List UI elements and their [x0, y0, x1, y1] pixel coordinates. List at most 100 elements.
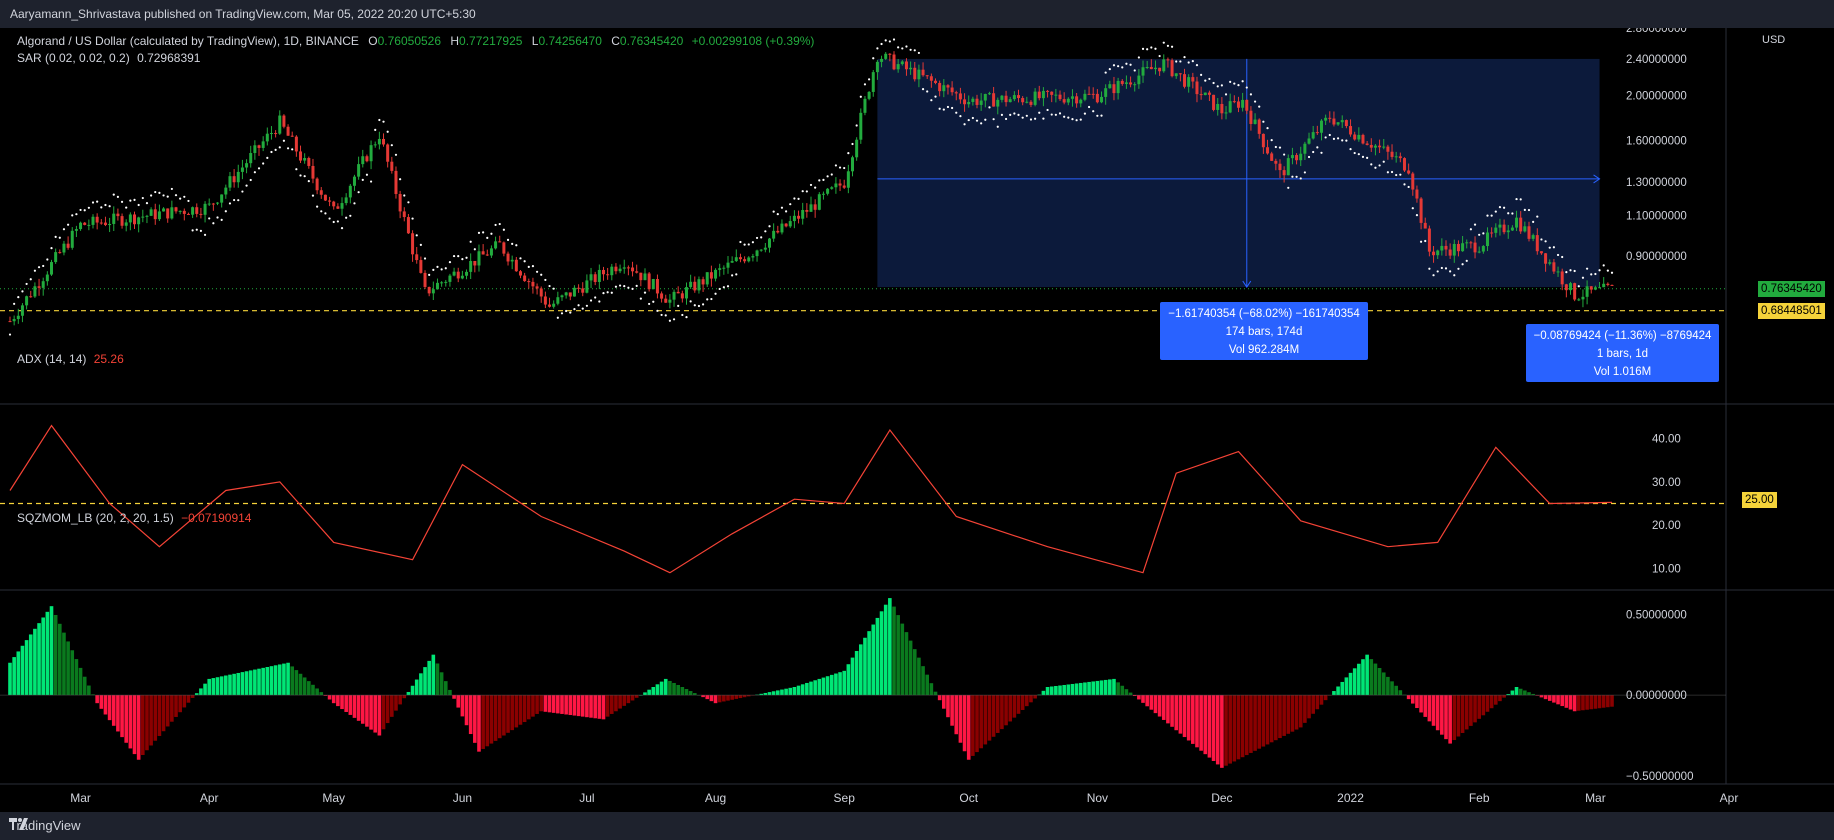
sqz-bar	[971, 695, 975, 756]
sqz-bar	[1489, 695, 1494, 709]
sar-dot	[353, 202, 356, 205]
sar-dot	[490, 232, 493, 235]
sqz-bar	[829, 674, 834, 696]
sar-dot	[324, 212, 327, 215]
candle-body	[1461, 243, 1465, 252]
sar-dot	[975, 119, 979, 122]
candle-body	[1353, 134, 1357, 140]
sar-dot	[1415, 214, 1419, 217]
sar-dot	[818, 179, 821, 182]
sar-dot	[477, 231, 481, 234]
candle-body	[1249, 110, 1253, 124]
candle-body	[1577, 299, 1581, 301]
sqz-bar	[742, 695, 747, 698]
sqz-bar	[1498, 695, 1502, 702]
candle-body	[597, 269, 601, 282]
sqz-bar	[1054, 685, 1058, 696]
sar-dot	[996, 125, 999, 128]
sqz-bar	[348, 695, 353, 715]
sar-dot	[399, 178, 402, 181]
tradingview-logo[interactable]: TradingView	[9, 818, 81, 833]
candle-body	[950, 87, 954, 93]
sqz-bar	[1514, 687, 1519, 696]
candle-body	[473, 260, 477, 266]
sqz-bar	[551, 695, 556, 713]
sar-dot	[693, 304, 696, 307]
sar-dot	[1507, 212, 1510, 215]
sar-dot	[457, 254, 460, 258]
sar-dot	[46, 258, 49, 261]
time-axis-label: 2022	[1337, 791, 1364, 805]
candle-body	[1568, 283, 1572, 291]
sqz-bar	[684, 689, 689, 696]
sar-dot	[345, 216, 348, 219]
candle-body	[938, 82, 942, 92]
sar-dot	[328, 217, 331, 220]
price-axis-label: 1.10000000	[1626, 211, 1687, 223]
sqz-bar	[16, 651, 21, 696]
sar-dot	[1112, 64, 1116, 67]
sqz-bar	[464, 695, 469, 726]
candle-body	[1158, 67, 1162, 72]
sqz-bar	[1581, 695, 1585, 711]
candle-body	[373, 144, 377, 146]
candle-body	[265, 133, 269, 142]
symbol-legend: Algorand / US Dollar (calculated by Trad…	[17, 34, 814, 48]
sqz-bar	[1377, 668, 1382, 696]
sar-dot	[930, 99, 933, 102]
candle-body	[572, 287, 576, 297]
candle-body	[1104, 88, 1108, 97]
candle-body	[153, 209, 157, 220]
candle-body	[535, 286, 539, 289]
candle-body	[323, 194, 327, 201]
sqz-bar	[531, 695, 535, 717]
sar-dot	[681, 313, 684, 317]
sqz-bar	[406, 691, 411, 696]
candle-body	[1448, 249, 1452, 256]
sqz-bar	[663, 678, 668, 696]
time-axis-label: Mar	[70, 791, 91, 805]
candle-body	[1349, 126, 1353, 135]
sar-dot	[1494, 210, 1497, 213]
sar-dot	[934, 95, 937, 98]
candle-body	[1593, 287, 1597, 290]
sar-dot	[1403, 183, 1406, 186]
sqz-bar	[813, 680, 817, 696]
sar-dot	[1523, 208, 1526, 211]
candle-body	[1336, 122, 1340, 125]
measure-box-last[interactable]: −0.08769424 (−11.36%) −8769424 1 bars, 1…	[1526, 324, 1719, 382]
candle-body	[282, 115, 286, 127]
chart-svg[interactable]: 2.80000000 2.40000000 2.00000000 1.60000000…	[0, 28, 1834, 812]
sar-dot	[776, 213, 779, 216]
sar-dot	[125, 206, 128, 209]
sqz-bar	[1552, 695, 1556, 703]
candle-body	[166, 208, 170, 219]
sqz-bar	[1282, 695, 1286, 736]
sar-dot	[573, 308, 576, 311]
candle-body	[1523, 226, 1527, 232]
sqz-bar	[298, 673, 303, 696]
sqz-bar	[145, 695, 149, 751]
sar-dot	[834, 164, 838, 167]
measure-box-range[interactable]: −1.61740354 (−68.02%) −161740354 174 bar…	[1160, 302, 1368, 360]
candle-body	[1153, 67, 1157, 70]
sar-dot	[1079, 118, 1082, 121]
sar-dot	[1137, 56, 1140, 59]
sar-dot	[1594, 272, 1597, 276]
sqz-bar	[879, 611, 884, 696]
candle-body	[398, 193, 402, 212]
candle-body	[261, 141, 265, 148]
sar-dot	[830, 173, 833, 176]
sar-dot	[183, 195, 186, 198]
measure-rect	[877, 58, 1600, 288]
sar-dot	[386, 130, 389, 133]
sqz-bar	[1415, 695, 1419, 709]
sar-dot	[1262, 120, 1265, 123]
candle-body	[1062, 99, 1066, 103]
sqz-bar	[390, 695, 394, 717]
sqz-bar	[170, 695, 174, 722]
candle-body	[1266, 147, 1270, 154]
sqz-bar	[414, 679, 419, 696]
chart-area[interactable]: 2.80000000 2.40000000 2.00000000 1.60000000…	[0, 28, 1834, 812]
candle-body	[647, 273, 651, 290]
